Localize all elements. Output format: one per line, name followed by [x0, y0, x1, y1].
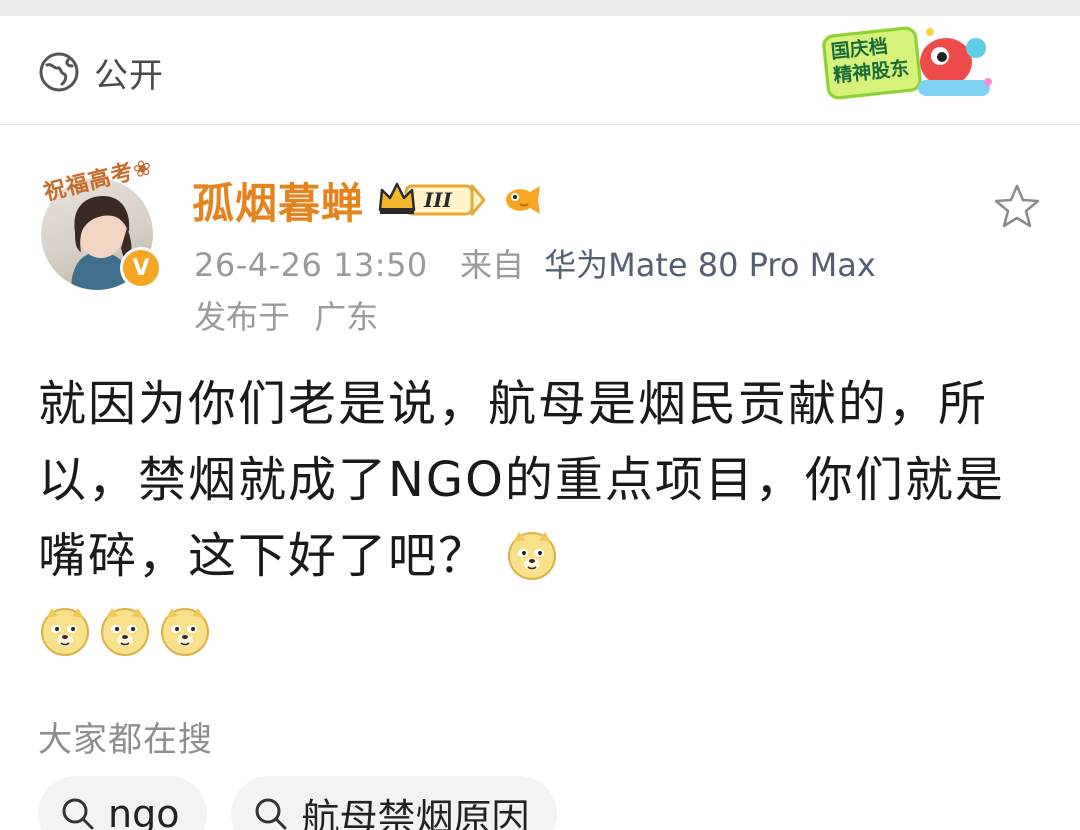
weibo-post-page: 公开 国庆档 精神股东 祝福高考❀ V 孤烟暮蝉 III 26-4-26 13:…	[0, 0, 1080, 830]
username-row: 孤烟暮蝉 III	[192, 172, 544, 228]
search-icon	[62, 798, 94, 830]
device-link[interactable]: 华为Mate 80 Pro Max	[544, 246, 876, 284]
post-content: 就因为你们老是说，航母是烟民贡献的，所以，禁烟就成了NGO的重点项目，你们就是嘴…	[38, 366, 1048, 670]
post-meta: 26-4-26 13:50 来自 华为Mate 80 Pro Max	[194, 240, 876, 286]
post-timestamp: 26-4-26 13:50	[194, 246, 428, 284]
trending-chip[interactable]: ngo	[38, 776, 208, 830]
verified-badge: V	[120, 247, 162, 289]
favorite-star-icon[interactable]	[992, 182, 1042, 230]
avatar-container[interactable]: 祝福高考❀ V	[38, 155, 162, 290]
trending-chip[interactable]: 航母禁烟原因	[231, 776, 558, 830]
avatar-frame-decoration: 祝福高考❀	[38, 155, 158, 206]
badge-level-text: III	[423, 188, 453, 212]
search-icon	[255, 798, 287, 830]
trending-chip-label: 航母禁烟原因	[301, 795, 530, 830]
trending-title: 大家都在搜	[38, 720, 213, 760]
globe-icon	[39, 52, 79, 92]
location-prefix: 发布于	[194, 298, 291, 336]
username[interactable]: 孤烟暮蝉	[192, 170, 364, 231]
doge-emoji-icon	[161, 608, 209, 656]
verified-v-icon: V	[132, 255, 150, 281]
trending-chips: ngo 航母禁烟原因	[38, 776, 558, 830]
trending-chip-label: ngo	[108, 792, 180, 830]
doge-emoji-icon	[101, 608, 149, 656]
fish-badge-icon[interactable]	[500, 182, 544, 218]
visibility-indicator[interactable]: 公开	[38, 50, 164, 96]
top-strip	[0, 0, 1080, 16]
source-prefix: 来自	[459, 246, 524, 284]
post-location: 发布于 广东	[194, 292, 378, 338]
doge-emoji-icon	[41, 608, 89, 656]
holiday-promo-sticker[interactable]: 国庆档 精神股东	[818, 22, 1002, 108]
visibility-label: 公开	[94, 55, 164, 96]
doge-emoji-icon	[508, 532, 557, 580]
location-city: 广东	[314, 298, 379, 336]
promo-text: 国庆档 精神股东	[830, 32, 915, 88]
crown-level-badge-icon[interactable]: III	[376, 180, 488, 220]
